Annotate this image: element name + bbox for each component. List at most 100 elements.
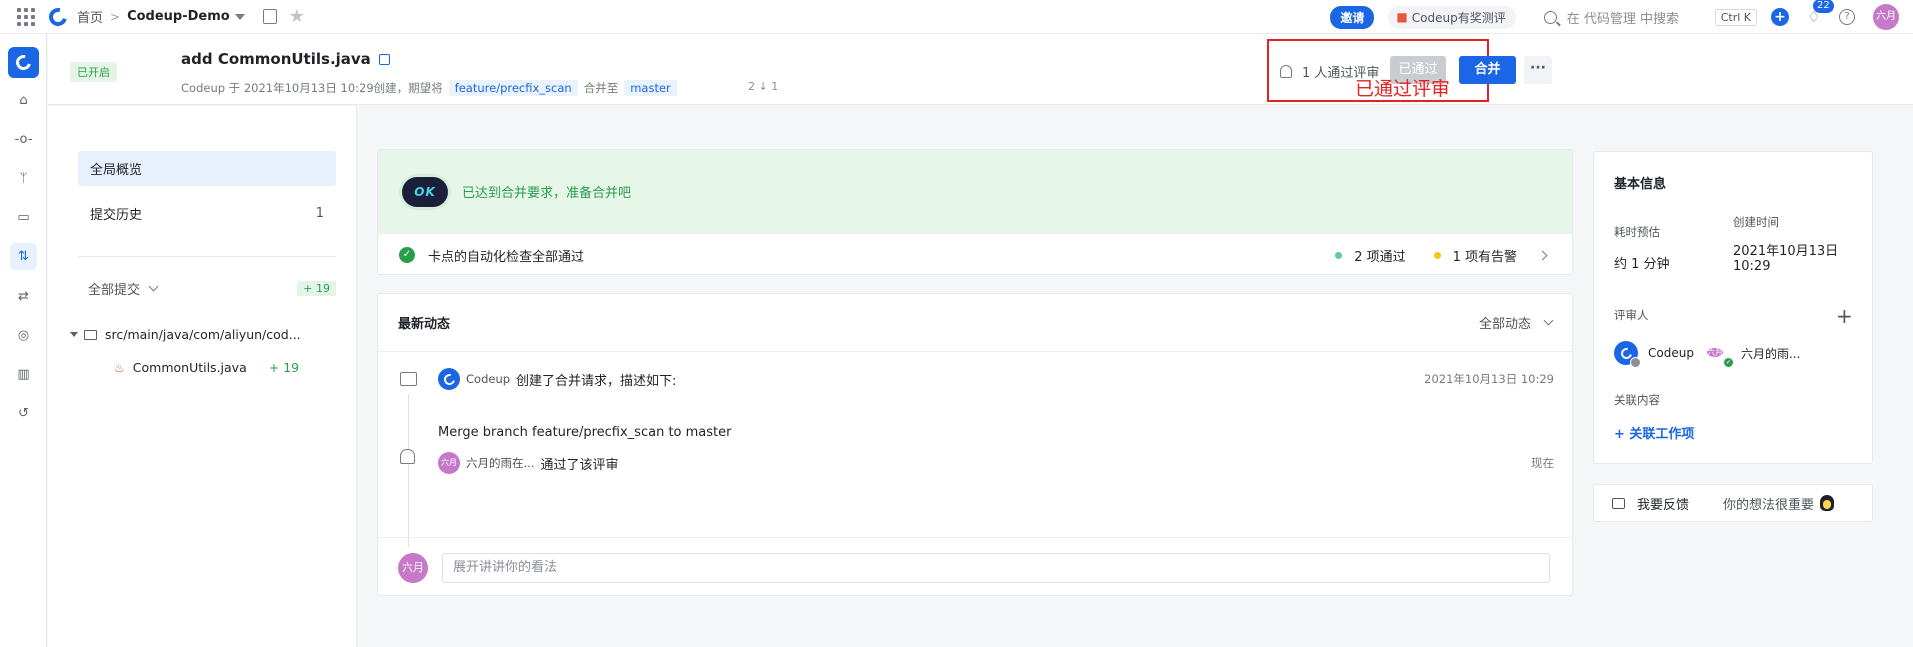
merge-status-card: OK 已达到合并要求，准备合并吧 ✓ 卡点的自动化检查全部通过 2 项通过 1 … (377, 149, 1573, 275)
comment-row: 六月 展开讲讲你的看法 (378, 537, 1572, 597)
related-label: 关联内容 (1614, 393, 1660, 407)
chevron-down-icon[interactable] (234, 13, 245, 20)
pass-dot-icon (1335, 251, 1343, 259)
all-commits-dropdown[interactable]: 全部提交 + 19 (88, 279, 336, 298)
event-action: 创建了合并请求，描述如下: (516, 373, 677, 389)
reviewer-name: Codeup (1648, 346, 1694, 360)
chevron-down-icon (148, 281, 159, 292)
feedback-icon (1612, 497, 1625, 509)
target-branch[interactable]: master (624, 80, 677, 96)
commit-icon[interactable]: -o- (10, 126, 37, 153)
tag-icon[interactable]: ▭ (10, 204, 37, 231)
edit-icon[interactable] (378, 54, 390, 65)
notification-badge: 22 (1813, 0, 1834, 13)
event-description: Merge branch feature/precfix_scan to mas… (438, 425, 732, 440)
apps-grid-icon[interactable] (17, 7, 35, 26)
pipeline-icon[interactable]: ⇄ (10, 283, 37, 310)
directory-label: src/main/java/com/aliyun/cod... (105, 327, 301, 342)
activity-filter[interactable]: 全部动态 (1478, 313, 1554, 332)
tree-file[interactable]: ♨ CommonUtils.java + 19 (114, 360, 336, 375)
caret-down-icon[interactable] (70, 332, 78, 337)
warn-dot-icon (1433, 251, 1441, 259)
search-icon[interactable] (1543, 10, 1557, 24)
security-icon[interactable]: ◎ (10, 322, 37, 349)
top-bar: 首页 > Codeup-Demo ★ 邀请 ■ Codeup有奖测评 在 代码管理… (0, 0, 1913, 34)
feedback-label[interactable]: 我要反馈 (1637, 494, 1689, 513)
event-user[interactable]: Codeup (466, 372, 510, 386)
meta-mid: 合并至 (583, 81, 619, 95)
comment-input[interactable]: 展开讲讲你的看法 (442, 552, 1550, 583)
breadcrumb-home[interactable]: 首页 (77, 7, 103, 26)
mr-header: 已开启 add CommonUtils.java Codeup 于 2021年1… (48, 34, 1913, 105)
avatar: 六月 ✓ (1707, 341, 1734, 368)
avatar[interactable]: 六月 (1873, 4, 1899, 30)
invite-button[interactable]: 邀请 (1330, 5, 1375, 29)
checks-passed: 2 项通过 (1335, 246, 1406, 265)
left-panel: 全局概览 提交历史 1 全部提交 + 19 src/main/java/com/al… (48, 106, 357, 647)
event-action: 通过了该评审 (540, 457, 619, 473)
feedback-card[interactable]: 我要反馈 你的想法很重要 (1593, 484, 1873, 522)
filter-label: 全部动态 (1478, 317, 1531, 332)
building-icon[interactable] (262, 9, 277, 24)
java-icon: ♨ (114, 360, 125, 375)
survey-button[interactable]: ■ Codeup有奖测评 (1388, 5, 1516, 29)
check-circle-icon: ✓ (399, 247, 415, 263)
file-additions: + 19 (268, 360, 300, 375)
checks-row[interactable]: ✓ 卡点的自动化检查全部通过 2 项通过 1 项有告警 (378, 233, 1572, 274)
add-reviewer-icon[interactable]: + (1836, 306, 1853, 326)
dashboard-icon[interactable]: ⌂ (10, 87, 37, 114)
left-rail: ⌂ -o- ᛘ ▭ ⇅ ⇄ ◎ ▥ ↺ (0, 34, 47, 647)
comment-icon (400, 372, 417, 386)
activity-title: 最新动态 (398, 317, 451, 332)
plus-icon[interactable]: + (1771, 8, 1789, 26)
tree-directory[interactable]: src/main/java/com/aliyun/cod... (70, 327, 301, 342)
estimate-value: 约 1 分钟 (1614, 257, 1670, 272)
merge-request-icon[interactable]: ⇅ (10, 243, 37, 270)
passed-label: 2 项通过 (1354, 249, 1406, 265)
reviewer-avatar-label: 六月 (1707, 348, 1723, 357)
event-user[interactable]: 六月的雨在... (466, 455, 534, 471)
annotation-text: 已通过评审 (1355, 78, 1451, 100)
more-icon[interactable]: ··· (1524, 56, 1552, 84)
ready-banner: OK 已达到合并要求，准备合并吧 (378, 150, 1572, 233)
gift-icon: ■ (1396, 10, 1408, 24)
chevron-right-icon: > (110, 9, 121, 24)
reviewer-codeup[interactable]: Codeup (1614, 341, 1694, 368)
tab-overview[interactable]: 全局概览 (78, 151, 336, 186)
tab-history-label: 提交历史 (90, 208, 143, 223)
clock-icon (1630, 357, 1641, 368)
star-icon[interactable]: ★ (289, 6, 305, 27)
tab-overview-label: 全局概览 (90, 163, 143, 178)
timeline-line (408, 394, 409, 547)
ok-badge-icon: OK (402, 176, 448, 207)
bell-icon[interactable]: ♢ 22 (1805, 0, 1834, 26)
checks-text: 卡点的自动化检查全部通过 (428, 249, 585, 265)
help-icon[interactable]: ? (1839, 9, 1855, 25)
info-title: 基本信息 (1614, 177, 1667, 192)
stats-icon[interactable]: ▥ (10, 361, 37, 388)
history-icon[interactable]: ↺ (10, 400, 37, 427)
chevron-right-icon[interactable] (1537, 250, 1548, 260)
merge-button[interactable]: 合并 (1459, 56, 1516, 84)
event-time: 2021年10月13日 10:29 (1424, 372, 1554, 386)
created-label: 创建时间 (1733, 215, 1779, 229)
avatar[interactable]: 六月 (438, 452, 460, 474)
file-label: CommonUtils.java (132, 360, 247, 375)
search-input[interactable]: 在 代码管理 中搜索 (1567, 8, 1711, 27)
reviewer-liuyue[interactable]: 六月 ✓ 六月的雨... (1707, 341, 1800, 368)
codeup-logo-icon[interactable] (8, 47, 39, 78)
tab-history[interactable]: 提交历史 1 (78, 196, 336, 231)
estimate-label: 耗时预估 (1614, 225, 1660, 239)
link-work-item-button[interactable]: + 关联工作项 (1614, 423, 1694, 442)
checks-warnings: 1 项有告警 (1433, 246, 1517, 265)
source-branch[interactable]: feature/precfix_scan (448, 80, 578, 96)
created-value-time: 10:29 (1733, 259, 1771, 274)
codeup-logo-icon[interactable] (45, 4, 71, 29)
branch-icon[interactable]: ᛘ (10, 165, 37, 192)
commit-counts: 2 ↓ 1 (748, 80, 779, 93)
breadcrumb-project[interactable]: Codeup-Demo (127, 9, 230, 24)
survey-label: Codeup有奖测评 (1411, 10, 1506, 25)
activity-header: 最新动态 全部动态 (378, 294, 1572, 352)
event-time: 现在 (1531, 456, 1554, 470)
folder-icon (84, 329, 97, 340)
